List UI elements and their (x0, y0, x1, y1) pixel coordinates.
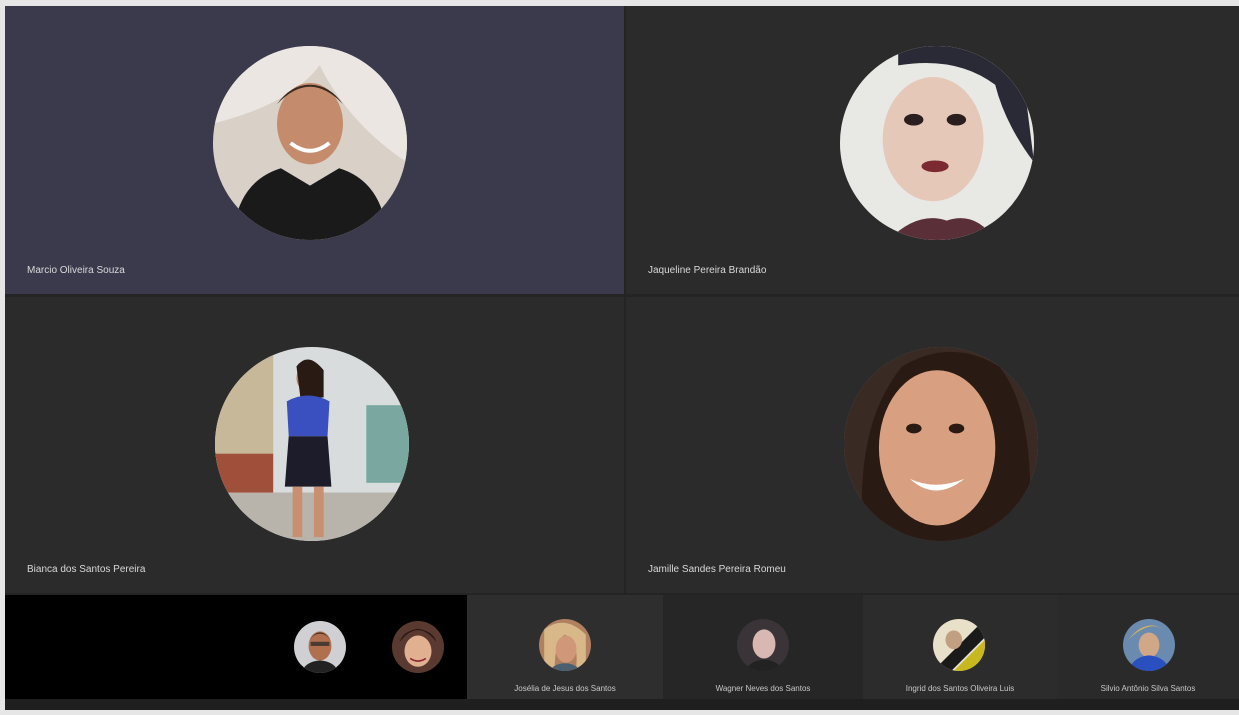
participant-thumbnail-avatar (539, 619, 591, 671)
participant-name: Jaqueline Pereira Brandão (648, 265, 767, 276)
participant-thumbnail[interactable]: Ingrid dos Santos Oliveira Luis (863, 595, 1057, 699)
participant-avatar (840, 46, 1034, 240)
participant-name: Bianca dos Santos Pereira (27, 564, 146, 575)
participant-strip: Josélia de Jesus dos Santos Wagner Neves… (5, 595, 1239, 699)
participant-name: Josélia de Jesus dos Santos (514, 684, 616, 693)
participant-thumbnail[interactable]: Josélia de Jesus dos Santos (467, 595, 663, 699)
meeting-gallery: Marcio Oliveira Souza Jaqueline Pereira … (5, 6, 1239, 710)
participant-name: Marcio Oliveira Souza (27, 265, 125, 276)
participant-tile-bianca[interactable]: Bianca dos Santos Pereira (5, 297, 624, 593)
participant-tile-jaqueline[interactable]: Jaqueline Pereira Brandão (626, 6, 1239, 294)
participant-thumbnail-avatar (737, 619, 789, 671)
participant-thumbnail-avatar[interactable] (294, 621, 346, 673)
participant-name: Ingrid dos Santos Oliveira Luis (905, 684, 1015, 693)
participant-thumbnail[interactable]: Wagner Neves dos Santos (663, 595, 863, 699)
participant-tile-marcio[interactable]: Marcio Oliveira Souza (5, 6, 624, 294)
bottom-bar (5, 699, 1239, 710)
participant-tile-jamille[interactable]: Jamille Sandes Pereira Romeu (626, 297, 1239, 593)
participant-avatar (213, 46, 407, 240)
participant-thumbnail-avatar (1123, 619, 1175, 671)
participant-name: Wagner Neves dos Santos (715, 684, 811, 693)
participant-avatar (844, 347, 1038, 541)
participant-thumbnail-avatar (933, 619, 985, 671)
participant-avatar (215, 347, 409, 541)
participant-name: Jamille Sandes Pereira Romeu (648, 564, 786, 575)
participant-thumbnail-avatar[interactable] (392, 621, 444, 673)
participant-name: Silvio Antônio Silva Santos (1100, 684, 1196, 693)
participant-thumbnail[interactable]: Silvio Antônio Silva Santos (1057, 595, 1239, 699)
